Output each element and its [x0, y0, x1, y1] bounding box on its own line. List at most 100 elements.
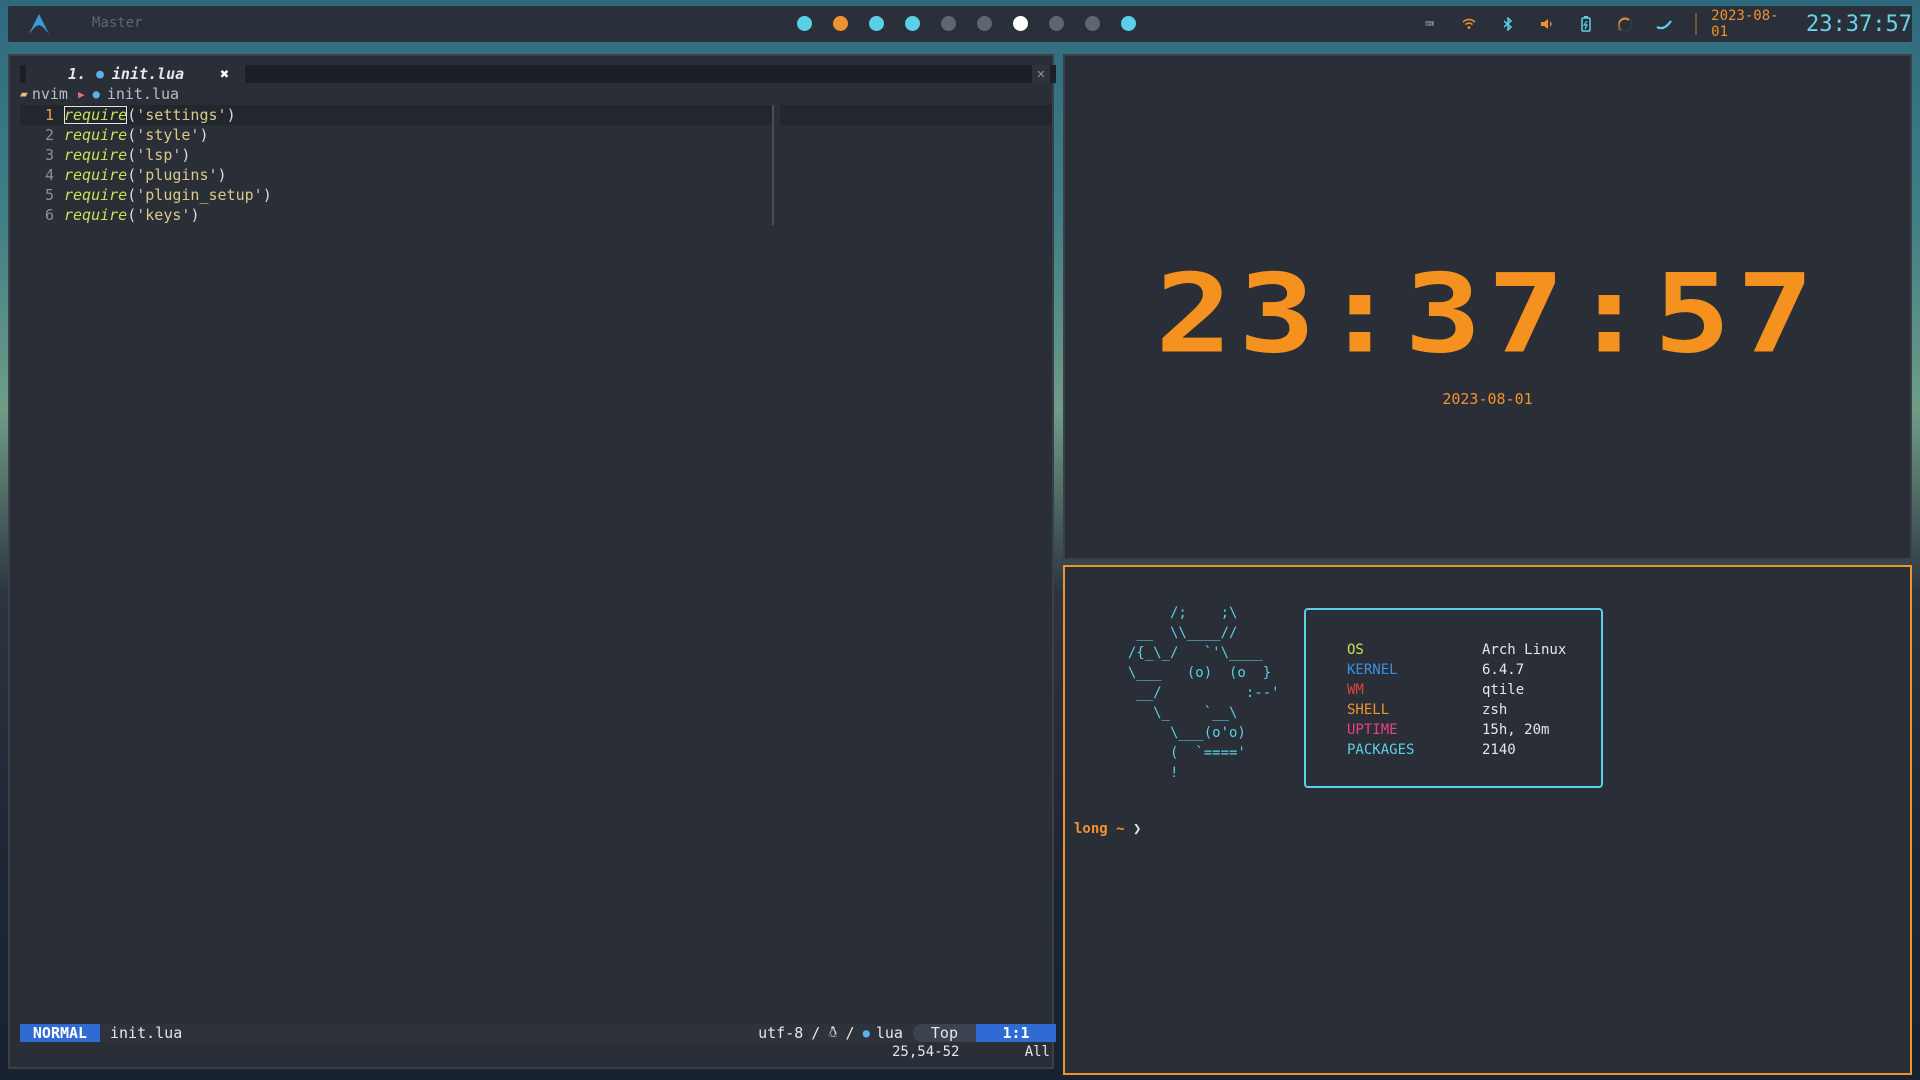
string-literal: 'plugins' [136, 166, 218, 184]
string-literal: 'keys' [136, 206, 191, 224]
layout-name: Master [92, 15, 143, 31]
keyword: require [64, 186, 128, 204]
workspace-9-dot[interactable] [1085, 16, 1100, 31]
sysinfo-value: 2140 [1482, 742, 1516, 758]
tabline: 1. ● init.lua ✖ ✕ [20, 65, 1056, 83]
ruler-all: All [1024, 1044, 1050, 1060]
clock-date: 2023-08-01 [1442, 390, 1533, 408]
code-line[interactable]: 3 require('lsp') [20, 145, 1056, 165]
workspace-3-dot[interactable] [869, 16, 884, 31]
sysinfo-key: PACKAGES [1347, 742, 1415, 758]
workspace-4-dot[interactable] [905, 16, 920, 31]
bluetooth-icon[interactable] [1496, 12, 1519, 36]
scroll-position: Top [912, 1024, 976, 1042]
sysinfo-key: WM [1347, 682, 1364, 698]
sysinfo-row: UPTIME 15h, 20m [1347, 720, 1549, 740]
volume-icon[interactable] [1535, 12, 1558, 36]
command-line[interactable]: 25,54-52 All [20, 1044, 1056, 1062]
workspace-10-dot[interactable] [1121, 16, 1136, 31]
workspace-7-dot[interactable] [1013, 16, 1028, 31]
filetype: lua [875, 1024, 903, 1042]
sysinfo-key: OS [1347, 642, 1364, 658]
top-bar: Master ⌨ 2023-08-01 23:37:57 [8, 6, 1912, 42]
statusline-filename: init.lua [110, 1024, 183, 1042]
string-literal: 'lsp' [136, 146, 182, 164]
sysinfo-key: KERNEL [1347, 662, 1398, 678]
code-line[interactable]: 1 require('settings') [20, 105, 772, 125]
ascii-art: /; ;\ __ \\____// /{_\_/ `'\____ \___ (o… [1127, 605, 1280, 781]
prompt-user: long ~ [1074, 821, 1125, 837]
tab-number: 1. [68, 65, 87, 83]
workspace-5-dot[interactable] [941, 16, 956, 31]
sysinfo-box: OS Arch Linux KERNEL 6.4.7 WM qtile SHEL… [1304, 608, 1603, 788]
line-number: 5 [44, 186, 54, 204]
lua-icon: ● [92, 87, 100, 101]
string-literal: 'style' [136, 126, 200, 144]
workspace-groups [797, 16, 1136, 31]
string-literal: 'settings' [136, 106, 227, 124]
keyword: require [64, 126, 128, 144]
separator: / [811, 1024, 821, 1042]
sysinfo-value: zsh [1482, 702, 1508, 718]
workspace-8-dot[interactable] [1049, 16, 1064, 31]
lua-icon: ● [96, 66, 104, 82]
arch-logo-icon[interactable] [27, 13, 51, 35]
mode-indicator: NORMAL [20, 1024, 100, 1042]
workspace-1-dot[interactable] [797, 16, 812, 31]
shell-prompt[interactable]: long ~ ❯ [1074, 821, 1141, 837]
terminal-window[interactable]: /; ;\ __ \\____// /{_\_/ `'\____ \___ (o… [1063, 565, 1912, 1075]
tabline-close-icon[interactable]: ✕ [1032, 65, 1050, 83]
neovim-window[interactable]: 1. ● init.lua ✖ ✕ ▰ nvim ▶ ● init.lua 1r… [8, 54, 1056, 1069]
statusline: NORMAL init.lua utf-8 / 🐧︎ / ● lua Top 1… [20, 1023, 1056, 1042]
keyword: require [64, 106, 128, 124]
sysinfo-row: SHELL zsh [1347, 700, 1507, 720]
encoding: utf-8 [758, 1024, 804, 1042]
string-literal: 'plugin_setup' [136, 186, 263, 204]
workspace-6-dot[interactable] [977, 16, 992, 31]
line-number: 3 [44, 146, 54, 164]
cursor-position: 1:1 [976, 1024, 1056, 1042]
tab-init-lua[interactable]: 1. ● init.lua ✖ [26, 65, 245, 83]
winbar-breadcrumb: ▰ nvim ▶ ● init.lua [20, 85, 179, 103]
separator: / [845, 1024, 855, 1042]
indent-guide [772, 105, 774, 225]
code-line[interactable]: 2 require('style') [20, 125, 1056, 145]
bar-time[interactable]: 23:37:57 [1806, 12, 1912, 37]
battery-icon[interactable] [1574, 12, 1597, 36]
tray-separator [1695, 13, 1698, 35]
sysinfo-value: 6.4.7 [1482, 662, 1525, 678]
ruler-position: 25,54-52 [892, 1044, 960, 1060]
sysinfo-key: UPTIME [1347, 722, 1398, 738]
line-number: 4 [44, 166, 54, 184]
folder-open-icon: ▰ [20, 86, 28, 102]
clock-window[interactable]: 23:37:57 2023-08-01 [1063, 54, 1912, 560]
keyboard-icon[interactable]: ⌨ [1418, 12, 1441, 36]
statusline-right: utf-8 / 🐧︎ / ● lua Top 1:1 [758, 1023, 1056, 1042]
moon-icon[interactable] [1652, 12, 1675, 36]
code-line[interactable]: 5 require('plugin_setup') [20, 185, 1056, 205]
sysinfo-value: 15h, 20m [1482, 722, 1550, 738]
code-line[interactable]: 6 require('keys') [20, 205, 1056, 225]
sysinfo-value: Arch Linux [1482, 642, 1567, 658]
breadcrumb-folder[interactable]: nvim [32, 85, 68, 103]
linux-icon: 🐧︎ [828, 1023, 838, 1041]
line-number: 6 [44, 206, 54, 224]
brightness-icon[interactable] [1613, 12, 1636, 36]
keyword: require [64, 206, 128, 224]
code-line[interactable]: 4 require('plugins') [20, 165, 1056, 185]
sysinfo-key: SHELL [1347, 702, 1390, 718]
keyword: require [64, 146, 128, 164]
bar-date[interactable]: 2023-08-01 [1711, 8, 1792, 40]
sysinfo-row: PACKAGES 2140 [1347, 740, 1516, 760]
prompt-arrow: ❯ [1133, 821, 1142, 837]
workspace-2-dot[interactable] [833, 16, 848, 31]
chevron-right-icon: ▶ [77, 87, 85, 101]
lua-icon: ● [862, 1026, 870, 1040]
sysinfo-row: WM qtile [1347, 680, 1524, 700]
wifi-icon[interactable] [1457, 12, 1480, 36]
line-number: 1 [44, 106, 54, 124]
breadcrumb-file[interactable]: init.lua [107, 85, 179, 103]
sysinfo-value: qtile [1482, 682, 1525, 698]
tab-title: init.lua [111, 65, 185, 83]
tab-close-icon[interactable]: ✖ [220, 65, 229, 83]
